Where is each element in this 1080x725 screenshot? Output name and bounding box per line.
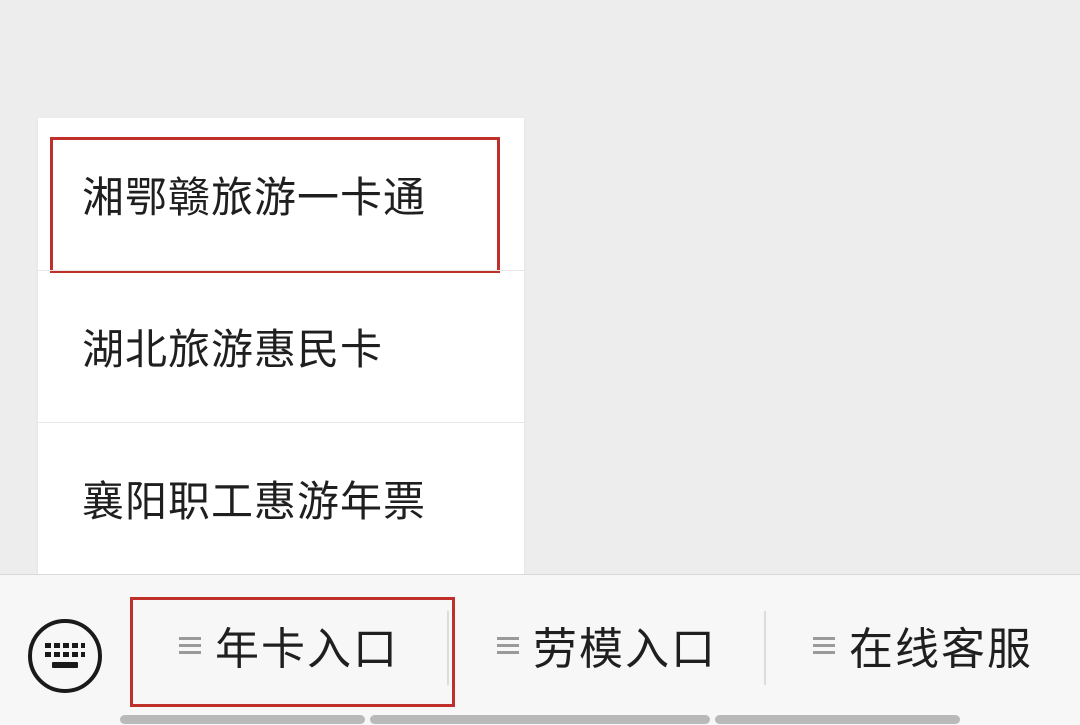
- menu-tab-annual-card[interactable]: 年卡入口: [130, 575, 448, 715]
- tab-indicator-bar: [715, 715, 960, 724]
- submenu-item-label: 湘鄂赣旅游一卡通: [82, 172, 427, 222]
- tab-indicator-bar: [370, 715, 710, 724]
- menu-tab-label: 劳模入口: [533, 624, 717, 675]
- menu-tab-online-service[interactable]: 在线客服: [766, 575, 1080, 715]
- submenu-item-label: 襄阳职工惠游年票: [82, 477, 427, 526]
- submenu-popup: 湘鄂赣旅游一卡通 湖北旅游惠民卡 襄阳职工惠游年票: [38, 118, 524, 574]
- bottom-menu-bar: 年卡入口 劳模入口 在线客服: [0, 574, 1080, 725]
- menu-tab-model-worker[interactable]: 劳模入口: [448, 575, 766, 715]
- hamburger-icon: [813, 635, 835, 655]
- submenu-item-xiang-e-gan-card[interactable]: 湘鄂赣旅游一卡通: [38, 118, 524, 273]
- menu-tab-label: 年卡入口: [215, 624, 399, 675]
- hamburger-icon: [179, 635, 201, 655]
- keyboard-toggle-button[interactable]: [28, 619, 102, 693]
- chat-screen: 湘鄂赣旅游一卡通 湖北旅游惠民卡 襄阳职工惠游年票 年卡入口 劳模入口 在线客服: [0, 0, 1080, 725]
- submenu-item-xiangyang-ticket[interactable]: 襄阳职工惠游年票: [38, 422, 524, 574]
- submenu-item-hubei-card[interactable]: 湖北旅游惠民卡: [38, 270, 524, 422]
- hamburger-icon: [497, 635, 519, 655]
- keyboard-icon: [45, 643, 85, 668]
- tab-indicator-bar: [120, 715, 365, 724]
- submenu-item-label: 湖北旅游惠民卡: [82, 325, 384, 374]
- menu-tab-label: 在线客服: [849, 624, 1033, 675]
